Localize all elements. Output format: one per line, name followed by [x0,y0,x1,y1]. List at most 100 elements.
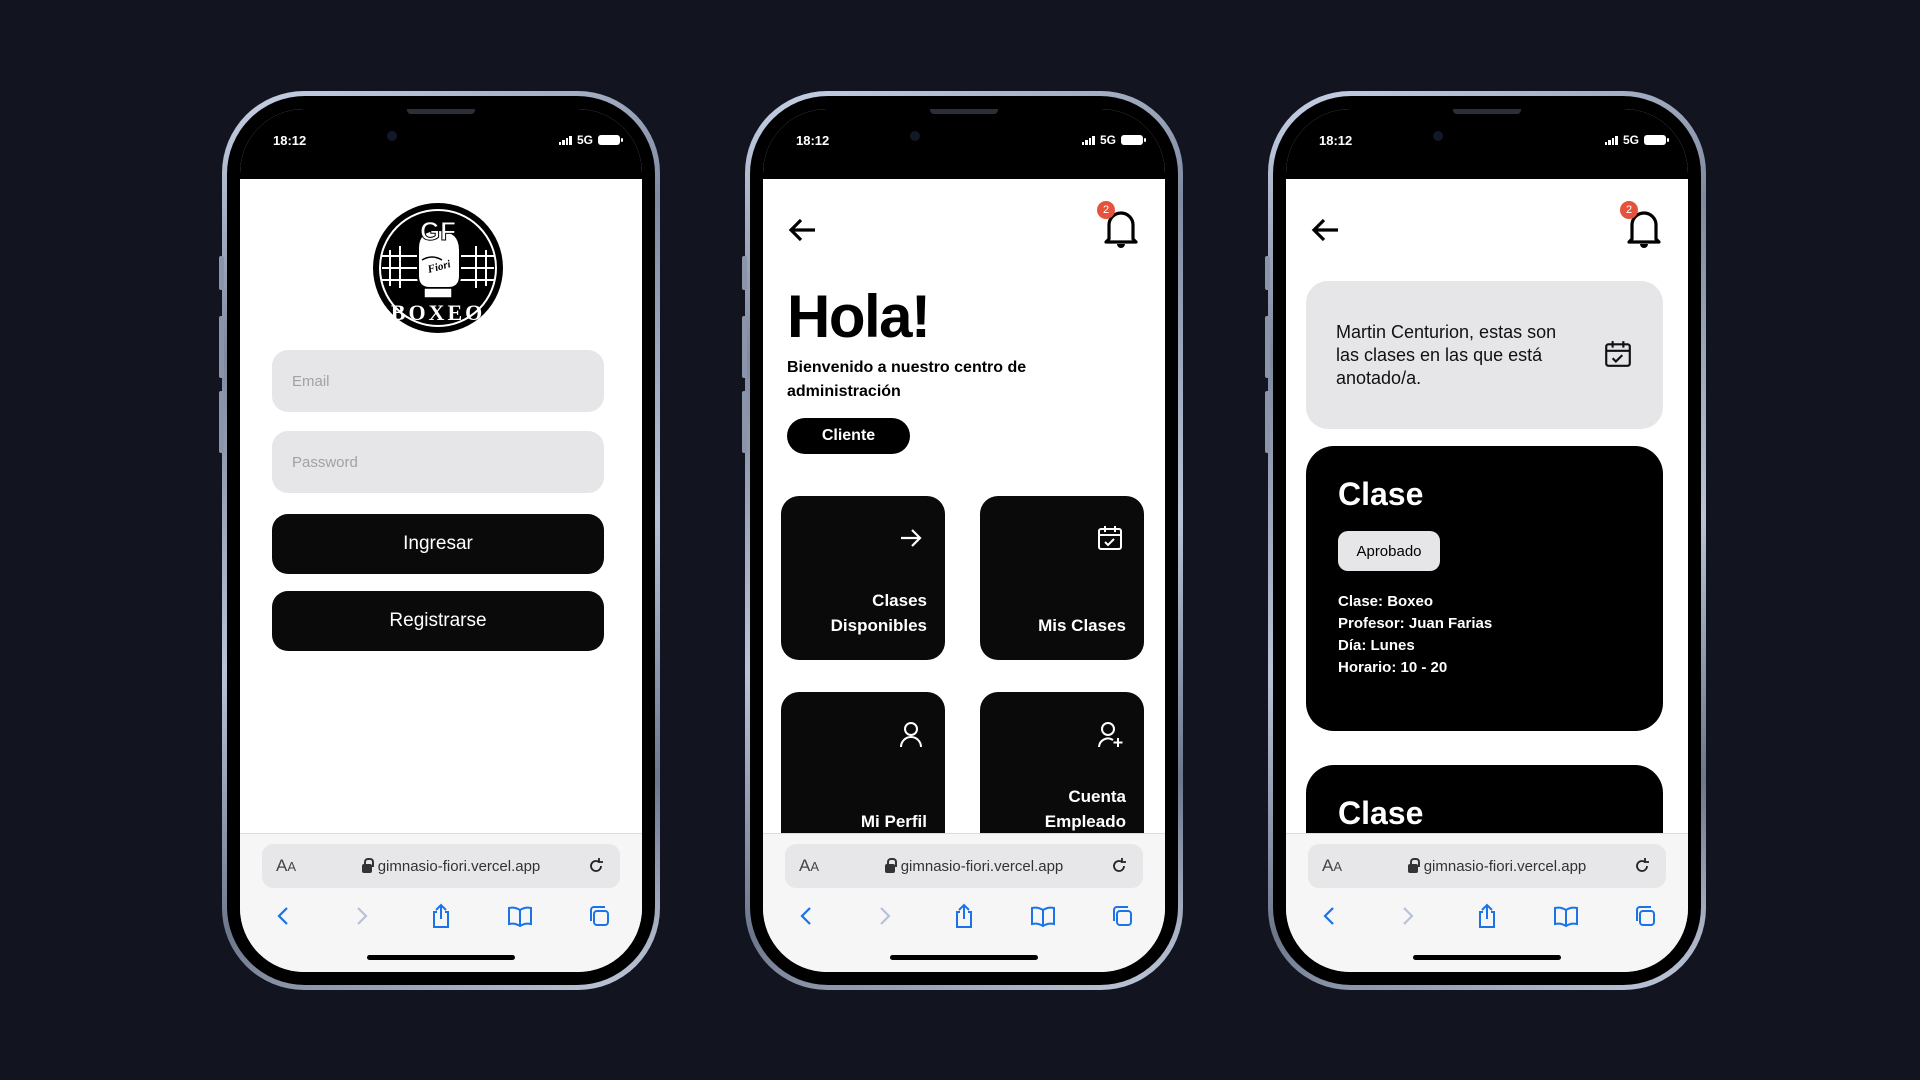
signal-icon [558,135,572,145]
tabs-icon[interactable] [1628,901,1662,931]
tile-mis-clases[interactable]: Mis Clases [980,496,1144,660]
lock-icon [884,857,897,873]
tile-label: Mis Clases [1038,616,1126,635]
class-teacher: Profesor: Juan Farias [1338,615,1493,632]
speaker-notch [930,109,998,114]
side-button [219,391,224,453]
speaker-notch [407,109,475,114]
text-size-button[interactable]: AA [1322,856,1362,876]
class-details: Clase: Boxeo Profesor: Juan Farias Día: … [1338,591,1492,679]
forward-icon[interactable] [345,901,379,931]
status-indicators: 5G [558,133,623,147]
home-indicator [367,955,515,960]
email-field[interactable]: Email [272,350,604,412]
browser-nav [262,898,620,934]
reload-icon[interactable] [586,856,606,876]
side-button [742,391,747,453]
gf-boxeo-logo: GF Fiori BOXEO [373,203,503,333]
phone-my-classes: 18:12 5G 2 Martin Centurion, estas son l… [1265,91,1706,990]
text-size-button[interactable]: AA [276,856,316,876]
url-bar[interactable]: AA gimnasio-fiori.vercel.app [262,844,620,888]
home-indicator [1413,955,1561,960]
tile-cuenta-empleado[interactable]: Cuenta Empleado [980,692,1144,856]
dashboard-content: 2 Hola! Bienvenido a nuestro centro de a… [763,179,1165,856]
phone-bezel: 18:12 5G GF Fiori BOXEO Email Password I… [227,96,655,985]
lock-icon [361,857,374,873]
browser-toolbar: AA gimnasio-fiori.vercel.app [1286,833,1688,972]
share-icon[interactable] [1470,901,1504,931]
tabs-icon[interactable] [1105,901,1139,931]
back-icon[interactable] [1312,901,1346,931]
classes-content: 2 Martin Centurion, estas son las clases… [1286,179,1688,833]
class-day: Día: Lunes [1338,637,1415,654]
back-arrow-icon[interactable] [1310,214,1342,246]
side-button [1265,391,1270,453]
back-icon[interactable] [789,901,823,931]
class-card[interactable]: Clase [1306,765,1663,833]
browser-nav [785,898,1143,934]
class-card[interactable]: Clase Aprobado Clase: Boxeo Profesor: Ju… [1306,446,1663,731]
side-button [1265,316,1270,378]
browser-toolbar: AA gimnasio-fiori.vercel.app [763,833,1165,972]
phone-dashboard: 18:12 5G 2 Hola! Bienvenido a nuestro ce… [742,91,1183,990]
info-box: Martin Centurion, estas son las clases e… [1306,281,1663,429]
tabs-icon[interactable] [582,901,616,931]
forward-icon[interactable] [1391,901,1425,931]
forward-icon[interactable] [868,901,902,931]
browser-toolbar: AA gimnasio-fiori.vercel.app [240,833,642,972]
login-button[interactable]: Ingresar [272,514,604,574]
phone-bezel: 18:12 5G 2 Martin Centurion, estas son l… [1273,96,1701,985]
url-text: gimnasio-fiori.vercel.app [900,857,1064,875]
url-bar[interactable]: AA gimnasio-fiori.vercel.app [785,844,1143,888]
screen: 18:12 5G 2 Martin Centurion, estas son l… [1286,109,1688,972]
url-text: gimnasio-fiori.vercel.app [377,857,541,875]
logo-gf-text: GF [420,216,456,246]
bookmarks-icon[interactable] [503,901,537,931]
reload-icon[interactable] [1109,856,1129,876]
greeting-subtitle: Bienvenido a nuestro centro de administr… [787,359,1027,400]
status-time: 18:12 [1319,133,1353,148]
info-text: Martin Centurion, estas son las clases e… [1336,322,1557,388]
signal-icon [1604,135,1618,145]
status-bar: 18:12 5G [763,109,1165,179]
back-arrow-icon[interactable] [787,214,819,246]
calendar-check-icon [1098,526,1122,550]
signal-icon [1081,135,1095,145]
share-icon[interactable] [947,901,981,931]
tile-label: Cuenta [1068,787,1126,806]
tile-mi-perfil[interactable]: Mi Perfil [781,692,945,856]
network-label: 5G [576,133,593,147]
phone-bezel: 18:12 5G 2 Hola! Bienvenido a nuestro ce… [750,96,1178,985]
calendar-check-icon [1605,341,1631,367]
battery-icon [598,135,623,145]
status-indicators: 5G [1604,133,1669,147]
lock-icon [1407,857,1420,873]
share-icon[interactable] [424,901,458,931]
side-button [742,316,747,378]
register-button[interactable]: Registrarse [272,591,604,651]
front-camera [387,131,397,141]
url-bar[interactable]: AA gimnasio-fiori.vercel.app [1308,844,1666,888]
bookmarks-icon[interactable] [1026,901,1060,931]
password-field[interactable]: Password [272,431,604,493]
reload-icon[interactable] [1632,856,1652,876]
role-pill[interactable]: Cliente [787,418,910,454]
back-icon[interactable] [266,901,300,931]
side-button [219,256,224,290]
battery-icon [1121,135,1146,145]
battery-icon [1644,135,1669,145]
tile-clases-disponibles[interactable]: Clases Disponibles [781,496,945,660]
side-button [1265,256,1270,290]
arrow-right-icon [901,529,922,547]
status-time: 18:12 [273,133,307,148]
status-badge: Aprobado [1338,531,1440,571]
network-label: 5G [1622,133,1639,147]
greeting-title: Hola! [787,283,931,350]
status-bar: 18:12 5G [1286,109,1688,179]
url-text: gimnasio-fiori.vercel.app [1423,857,1587,875]
front-camera [910,131,920,141]
network-label: 5G [1099,133,1116,147]
text-size-button[interactable]: AA [799,856,839,876]
tile-label: Clases [872,591,927,610]
bookmarks-icon[interactable] [1549,901,1583,931]
